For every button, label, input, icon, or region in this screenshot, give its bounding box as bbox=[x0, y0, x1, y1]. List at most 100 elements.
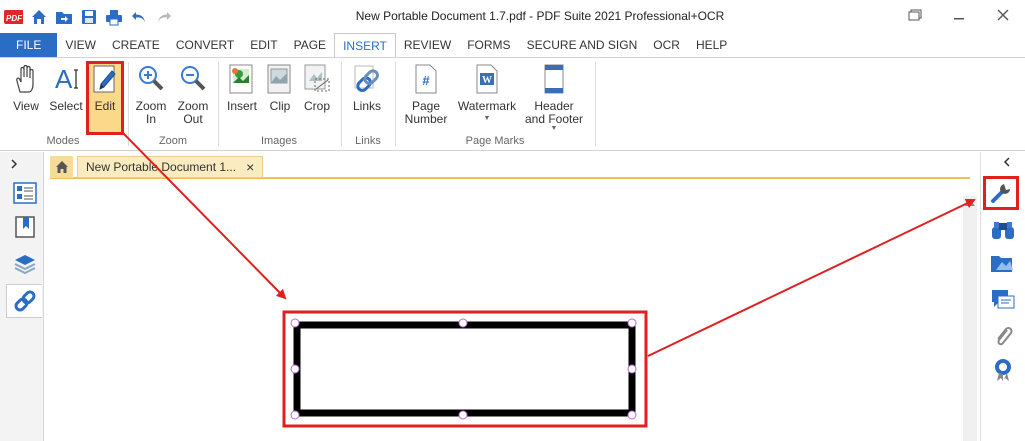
crop-button[interactable]: Crop bbox=[300, 61, 334, 113]
select-button[interactable]: A Select bbox=[48, 61, 84, 113]
zoom-in-button[interactable]: Zoom In bbox=[132, 61, 170, 126]
ribbon-separator bbox=[341, 62, 342, 146]
zoom-out-icon bbox=[174, 61, 212, 97]
links-button[interactable]: Links bbox=[348, 61, 386, 113]
minimize-icon[interactable] bbox=[937, 4, 981, 26]
ribbon-separator bbox=[595, 62, 596, 146]
watermark-button[interactable]: W Watermark ▼ bbox=[456, 61, 518, 125]
document-tab[interactable]: New Portable Document 1... × bbox=[77, 156, 264, 178]
app-logo[interactable]: PDF bbox=[4, 7, 23, 26]
paperclip-attachment-icon[interactable] bbox=[989, 322, 1017, 350]
left-navigation-panel bbox=[0, 152, 44, 441]
watermark-label: Watermark bbox=[457, 99, 517, 113]
page-number-icon: # bbox=[402, 61, 450, 97]
window-controls bbox=[893, 4, 1025, 26]
svg-text:W: W bbox=[482, 75, 492, 86]
tab-secure-and-sign[interactable]: SECURE AND SIGN bbox=[519, 33, 646, 57]
clip-icon bbox=[264, 61, 296, 97]
certificate-badge-icon[interactable] bbox=[989, 356, 1017, 384]
chain-link-icon bbox=[348, 61, 386, 97]
group-links-label: Links bbox=[355, 135, 381, 147]
title-bar: PDF New Portable Document 1.7.pdf - PDF … bbox=[0, 0, 1025, 33]
page-number-label: Page Number bbox=[404, 99, 448, 126]
comments-icon[interactable] bbox=[989, 286, 1017, 314]
edit-label: Edit bbox=[94, 99, 116, 113]
ribbon-separator bbox=[395, 62, 396, 146]
insert-image-button[interactable]: Insert bbox=[224, 61, 260, 113]
close-icon[interactable] bbox=[981, 4, 1025, 26]
edit-pencil-icon bbox=[88, 61, 122, 97]
insert-image-icon bbox=[224, 61, 260, 97]
tab-forms[interactable]: FORMS bbox=[459, 33, 518, 57]
scroll-up-arrow[interactable] bbox=[965, 200, 975, 206]
view-button[interactable]: View bbox=[8, 61, 44, 113]
ribbon: View A Select Edit Modes Zoom In Zoom Ou… bbox=[0, 57, 1025, 151]
right-tools-panel bbox=[980, 152, 1025, 441]
tab-insert[interactable]: INSERT bbox=[334, 33, 396, 58]
chevron-down-icon: ▼ bbox=[550, 125, 558, 132]
wrench-icon[interactable] bbox=[983, 176, 1019, 210]
view-label: View bbox=[13, 99, 39, 113]
open-folder-icon[interactable] bbox=[54, 7, 73, 26]
layers-icon[interactable] bbox=[12, 250, 38, 276]
header-footer-label: Header and Footer bbox=[524, 99, 584, 126]
folder-search-icon[interactable] bbox=[989, 250, 1017, 278]
group-zoom-label: Zoom bbox=[158, 135, 188, 147]
svg-text:#: # bbox=[422, 73, 430, 88]
group-modes-label: Modes bbox=[46, 135, 80, 147]
tab-convert[interactable]: CONVERT bbox=[168, 33, 242, 57]
text-select-icon: A bbox=[48, 61, 84, 97]
redo-icon[interactable] bbox=[154, 7, 173, 26]
menu-bar: FILE VIEW CREATE CONVERT EDIT PAGE INSER… bbox=[0, 33, 1025, 58]
chevron-down-icon: ▼ bbox=[483, 115, 491, 122]
page-number-button[interactable]: # Page Number bbox=[402, 61, 450, 126]
home-icon bbox=[55, 161, 68, 173]
save-icon[interactable] bbox=[79, 7, 98, 26]
zoom-out-button[interactable]: Zoom Out bbox=[174, 61, 212, 126]
vertical-scrollbar[interactable] bbox=[963, 196, 977, 441]
tab-create[interactable]: CREATE bbox=[104, 33, 168, 57]
binoculars-icon[interactable] bbox=[989, 216, 1017, 244]
tab-edit[interactable]: EDIT bbox=[242, 33, 285, 57]
tab-ocr[interactable]: OCR bbox=[645, 33, 688, 57]
crop-icon bbox=[300, 61, 334, 97]
tab-view[interactable]: VIEW bbox=[57, 33, 104, 57]
undo-icon[interactable] bbox=[129, 7, 148, 26]
tab-help[interactable]: HELP bbox=[688, 33, 735, 57]
zoom-in-label: Zoom In bbox=[135, 99, 167, 126]
header-footer-button[interactable]: Header and Footer ▼ bbox=[524, 61, 584, 132]
svg-text:PDF: PDF bbox=[6, 14, 23, 23]
clip-button[interactable]: Clip bbox=[264, 61, 296, 113]
select-label: Select bbox=[49, 99, 83, 113]
selected-rectangle-annotation[interactable] bbox=[280, 305, 655, 430]
hand-icon bbox=[8, 61, 44, 97]
ribbon-separator bbox=[218, 62, 219, 146]
home-tab[interactable] bbox=[50, 156, 73, 178]
window-title: New Portable Document 1.7.pdf - PDF Suit… bbox=[355, 9, 725, 23]
group-page-marks-label: Page Marks bbox=[465, 135, 525, 147]
edit-button[interactable]: Edit bbox=[88, 61, 122, 113]
group-images-label: Images bbox=[260, 135, 298, 147]
header-footer-icon bbox=[524, 61, 584, 97]
ribbon-separator bbox=[128, 62, 129, 146]
close-tab-icon[interactable]: × bbox=[246, 159, 254, 175]
zoom-in-icon bbox=[132, 61, 170, 97]
home-icon[interactable] bbox=[29, 7, 48, 26]
svg-text:A: A bbox=[55, 64, 73, 94]
insert-label: Insert bbox=[226, 99, 257, 113]
links-label: Links bbox=[352, 99, 381, 113]
bookmarks-icon[interactable] bbox=[12, 214, 38, 240]
page-thumbnails-icon[interactable] bbox=[12, 180, 38, 206]
links-panel-icon[interactable] bbox=[6, 284, 42, 318]
clip-label: Clip bbox=[269, 99, 291, 113]
zoom-out-label: Zoom Out bbox=[177, 99, 209, 126]
print-icon[interactable] bbox=[104, 7, 123, 26]
tab-page[interactable]: PAGE bbox=[286, 33, 334, 57]
tab-file[interactable]: FILE bbox=[0, 33, 58, 57]
expand-panel-icon[interactable] bbox=[6, 156, 22, 172]
document-tab-label: New Portable Document 1... bbox=[86, 160, 237, 174]
restore-icon[interactable] bbox=[893, 4, 937, 26]
tab-review[interactable]: REVIEW bbox=[396, 33, 459, 57]
document-tab-strip: New Portable Document 1... × bbox=[50, 156, 970, 179]
collapse-panel-icon[interactable] bbox=[999, 154, 1015, 170]
